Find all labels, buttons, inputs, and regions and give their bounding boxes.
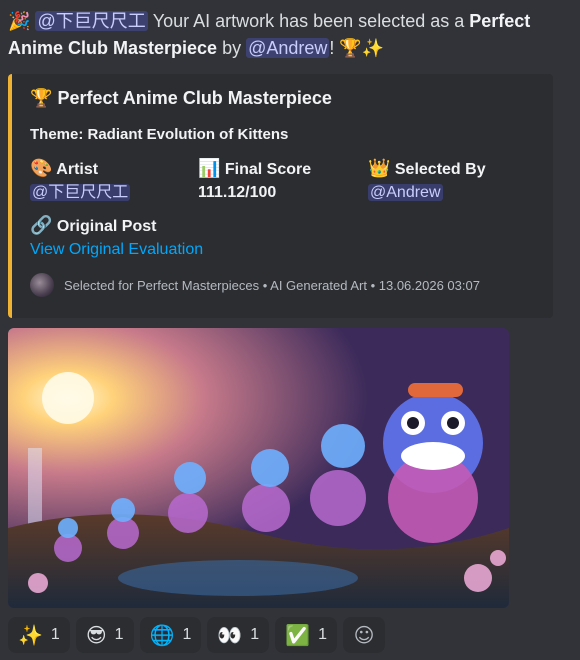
globe-icon: 🌐 [149,623,175,647]
link-icon: 🔗 [30,215,53,236]
crown-icon: 👑 [368,158,391,179]
reactions-bar: ✨ 1 😎 1 🌐 1 👀 1 ✅ 1 ☺ [8,617,386,653]
field-score-label: Final Score [224,161,312,178]
message-text: Your AI artwork has been selected as a [147,11,470,31]
reaction-count: 1 [250,626,260,643]
view-original-link[interactable]: View Original Evaluation [30,238,203,262]
footer-avatar [30,273,54,297]
original-post-label: Original Post [56,218,157,235]
check-mark-icon: ✅ [285,623,311,647]
party-popper-icon: 🎉 [8,11,31,32]
reaction-globe[interactable]: 🌐 1 [139,617,202,653]
embed-title: 🏆 Perfect Anime Club Masterpiece [30,88,332,109]
mention-selector[interactable]: @Andrew [246,38,330,58]
field-artist-mention[interactable]: @下巨尺尺工 [30,184,131,201]
palette-icon: 🎨 [30,158,53,179]
smiley-icon: ☺ [353,623,375,647]
bar-chart-icon: 📊 [198,158,221,179]
reaction-count: 1 [318,626,328,643]
sunglasses-face-icon: 😎 [85,623,107,647]
reaction-sparkles[interactable]: ✨ 1 [8,617,70,653]
mention-artist[interactable]: @下巨尺尺工 [35,11,148,31]
field-artist-label: Artist [56,161,99,178]
field-final-score: 📊 Final Score 111.12/100 [198,158,311,205]
eyes-icon: 👀 [217,623,243,647]
trophy-icon: 🏆 [30,88,53,109]
field-original-post: 🔗 Original Post View Original Evaluation [30,215,203,262]
artwork-illustration [8,328,509,608]
sparkles-icon: ✨ [18,623,43,647]
reaction-count: 1 [182,626,192,643]
field-selected-by: 👑 Selected By @Andrew [368,158,486,205]
reaction-eyes[interactable]: 👀 1 [207,617,270,653]
embed-theme: Theme: Radiant Evolution of Kittens [30,126,289,143]
reaction-cool[interactable]: 😎 1 [75,617,134,653]
embed-title-text: Perfect Anime Club Masterpiece [57,88,332,108]
artwork-image[interactable] [8,328,509,608]
add-reaction-button[interactable]: ☺ [343,617,386,653]
footer-text: Selected for Perfect Masterpieces • AI G… [64,277,480,293]
message-content: 🎉 @下巨尺尺工 Your AI artwork has been select… [8,8,574,62]
field-selected-label: Selected By [394,161,486,178]
field-artist: 🎨 Artist @下巨尺尺工 [30,158,131,205]
reaction-check[interactable]: ✅ 1 [275,617,338,653]
trophy-sparkles-icon: 🏆✨ [339,38,385,59]
message-exclaim: ! [329,38,335,58]
masterpiece-embed: 🏆 Perfect Anime Club Masterpiece Theme: … [8,74,553,318]
field-selected-mention[interactable]: @Andrew [368,184,443,201]
message-text-by: by [217,38,247,58]
field-score-value: 111.12/100 [198,184,277,201]
embed-footer: Selected for Perfect Masterpieces • AI G… [30,273,480,297]
reaction-count: 1 [50,626,60,643]
reaction-count: 1 [114,626,124,643]
